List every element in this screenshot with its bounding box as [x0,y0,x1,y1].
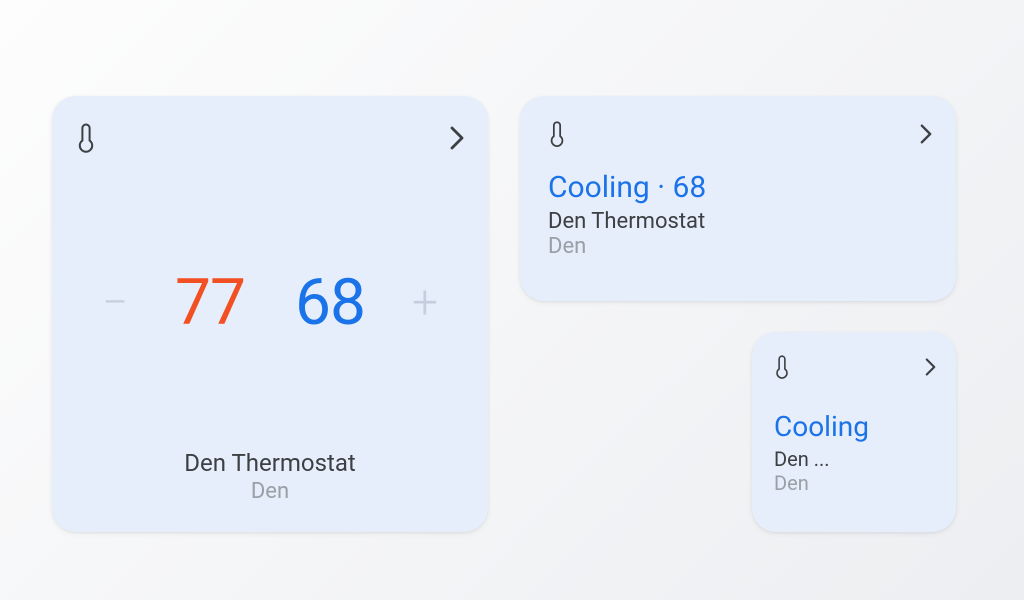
thermostat-card-small[interactable]: Cooling Den ... Den [752,332,956,532]
thermometer-icon [774,354,790,380]
device-name: Den Thermostat [76,449,464,477]
chevron-right-icon[interactable] [925,358,936,376]
chevron-right-icon[interactable] [450,126,464,150]
thermostat-card-large[interactable]: − 77 68 + Den Thermostat Den [52,96,488,532]
room-name: Den [548,234,932,259]
thermometer-icon [548,120,566,148]
room-name: Den [774,471,936,495]
thermometer-icon [76,122,96,154]
device-name: Den ... [774,447,936,471]
chevron-right-icon[interactable] [920,124,932,144]
status-line: Cooling · 68 [548,170,932,205]
heat-setpoint: 77 [155,271,265,335]
cool-setpoint: 68 [275,271,385,335]
decrease-button[interactable]: − [85,280,145,326]
increase-button[interactable]: + [395,280,455,326]
room-name: Den [76,479,464,504]
device-name: Den Thermostat [548,209,932,234]
thermostat-card-medium[interactable]: Cooling · 68 Den Thermostat Den [520,96,956,301]
status-line: Cooling [774,410,936,443]
